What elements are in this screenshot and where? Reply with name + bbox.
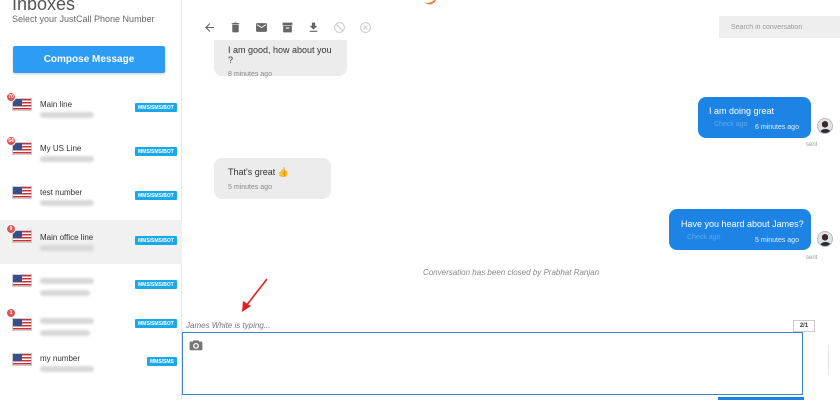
line-name: My US Line (40, 144, 82, 153)
inbox-line-my-us-line[interactable]: 54 My US Line MMS/SMS/BOT (0, 132, 182, 176)
outgoing-message: I am doing great Check ago 6 minutes ago (698, 97, 811, 138)
message-text: That's great 👍 (228, 167, 289, 177)
avatar (817, 118, 833, 134)
search-conversation-input[interactable] (719, 16, 840, 38)
message-time: 8 minutes ago (228, 71, 272, 78)
inbox-line-blurred[interactable]: MMS/SMS/BOT (0, 264, 182, 308)
sent-status: sent (806, 142, 818, 148)
envelope-icon[interactable] (248, 14, 274, 40)
sidebar-subtitle: Select your JustCall Phone Number (12, 14, 155, 24)
message-time: 5 minutes ago (228, 184, 272, 191)
line-number-blurred (40, 245, 94, 251)
incoming-message: I am good, how about you ? 8 minutes ago (214, 40, 347, 78)
capability-tag: MMS/SMS/BOT (135, 319, 177, 328)
unread-badge: 1 (6, 308, 16, 318)
inbox-line-main-office-line[interactable]: 9 Main office line MMS/SMS/BOT (0, 220, 182, 264)
decorative-swoosh (422, 0, 440, 7)
us-flag-icon (12, 318, 32, 331)
unread-badge: 54 (6, 136, 16, 146)
line-number-blurred (40, 366, 94, 372)
capability-tag: MMS/SMS/BOT (135, 236, 177, 245)
block-icon[interactable] (326, 14, 352, 40)
inbox-line-my-number[interactable]: my number MMS/SMS (0, 344, 182, 388)
message-time: 6 minutes ago (755, 124, 799, 131)
compose-message-button[interactable]: Compose Message (13, 46, 165, 73)
line-name: my number (40, 354, 81, 363)
camera-icon[interactable] (189, 339, 203, 351)
line-name: test number (40, 188, 83, 197)
character-counter: 2/1 (793, 320, 815, 332)
line-name: Main line (40, 100, 73, 109)
conversation-closed-note: Conversation has been closed by Prabhat … (422, 268, 600, 277)
inbox-line-main-line[interactable]: 70 Main line MMS/SMS/BOT (0, 88, 182, 132)
line-number-blurred (40, 156, 94, 162)
message-composer[interactable] (182, 332, 803, 395)
message-ghost-text: Check ago (687, 234, 721, 241)
close-circle-icon[interactable] (352, 14, 378, 40)
app-window: Inboxes Select your JustCall Phone Numbe… (0, 0, 840, 400)
back-arrow-icon[interactable] (196, 14, 222, 40)
panel-edge (828, 345, 840, 375)
message-ghost-text: Check ago (714, 121, 748, 128)
capability-tag: MMS/SMS/BOT (135, 103, 177, 112)
red-arrow-annotation (242, 278, 268, 312)
line-number-blurred (40, 330, 90, 336)
line-name-blurred (40, 278, 94, 284)
archive-icon[interactable] (274, 14, 300, 40)
inbox-sidebar: Inboxes Select your JustCall Phone Numbe… (0, 0, 182, 400)
outgoing-message: Have you heard about James? Check ago 5 … (669, 209, 811, 250)
inbox-line-test-number[interactable]: test number MMS/SMS/BOT (0, 176, 182, 220)
line-name: Main office line (40, 233, 94, 242)
incoming-message: That's great 👍 5 minutes ago (214, 158, 331, 199)
download-icon[interactable] (300, 14, 326, 40)
capability-tag: MMS/SMS (147, 357, 177, 366)
unread-badge: 70 (6, 92, 16, 102)
message-text: Have you heard about James? (681, 219, 804, 229)
capability-tag: MMS/SMS/BOT (135, 191, 177, 200)
line-number-blurred (40, 200, 94, 206)
us-flag-icon (12, 353, 32, 366)
message-time: 5 minutes ago (755, 237, 799, 244)
message-text: I am good, how about you ? (228, 45, 332, 65)
line-name-blurred (40, 318, 94, 324)
sent-status: sent (806, 255, 818, 261)
us-flag-icon (12, 186, 32, 199)
line-number-blurred (40, 112, 94, 118)
conversation-toolbar (196, 14, 378, 40)
us-flag-icon (12, 274, 32, 287)
sidebar-title: Inboxes (12, 0, 76, 14)
unread-badge: 9 (6, 224, 16, 234)
typing-indicator: James White is typing... (186, 321, 271, 330)
message-text: I am doing great (709, 106, 775, 116)
capability-tag: MMS/SMS/BOT (135, 147, 177, 156)
avatar (817, 231, 833, 247)
capability-tag: MMS/SMS/BOT (135, 280, 177, 289)
line-number-blurred (40, 290, 90, 296)
trash-icon[interactable] (222, 14, 248, 40)
